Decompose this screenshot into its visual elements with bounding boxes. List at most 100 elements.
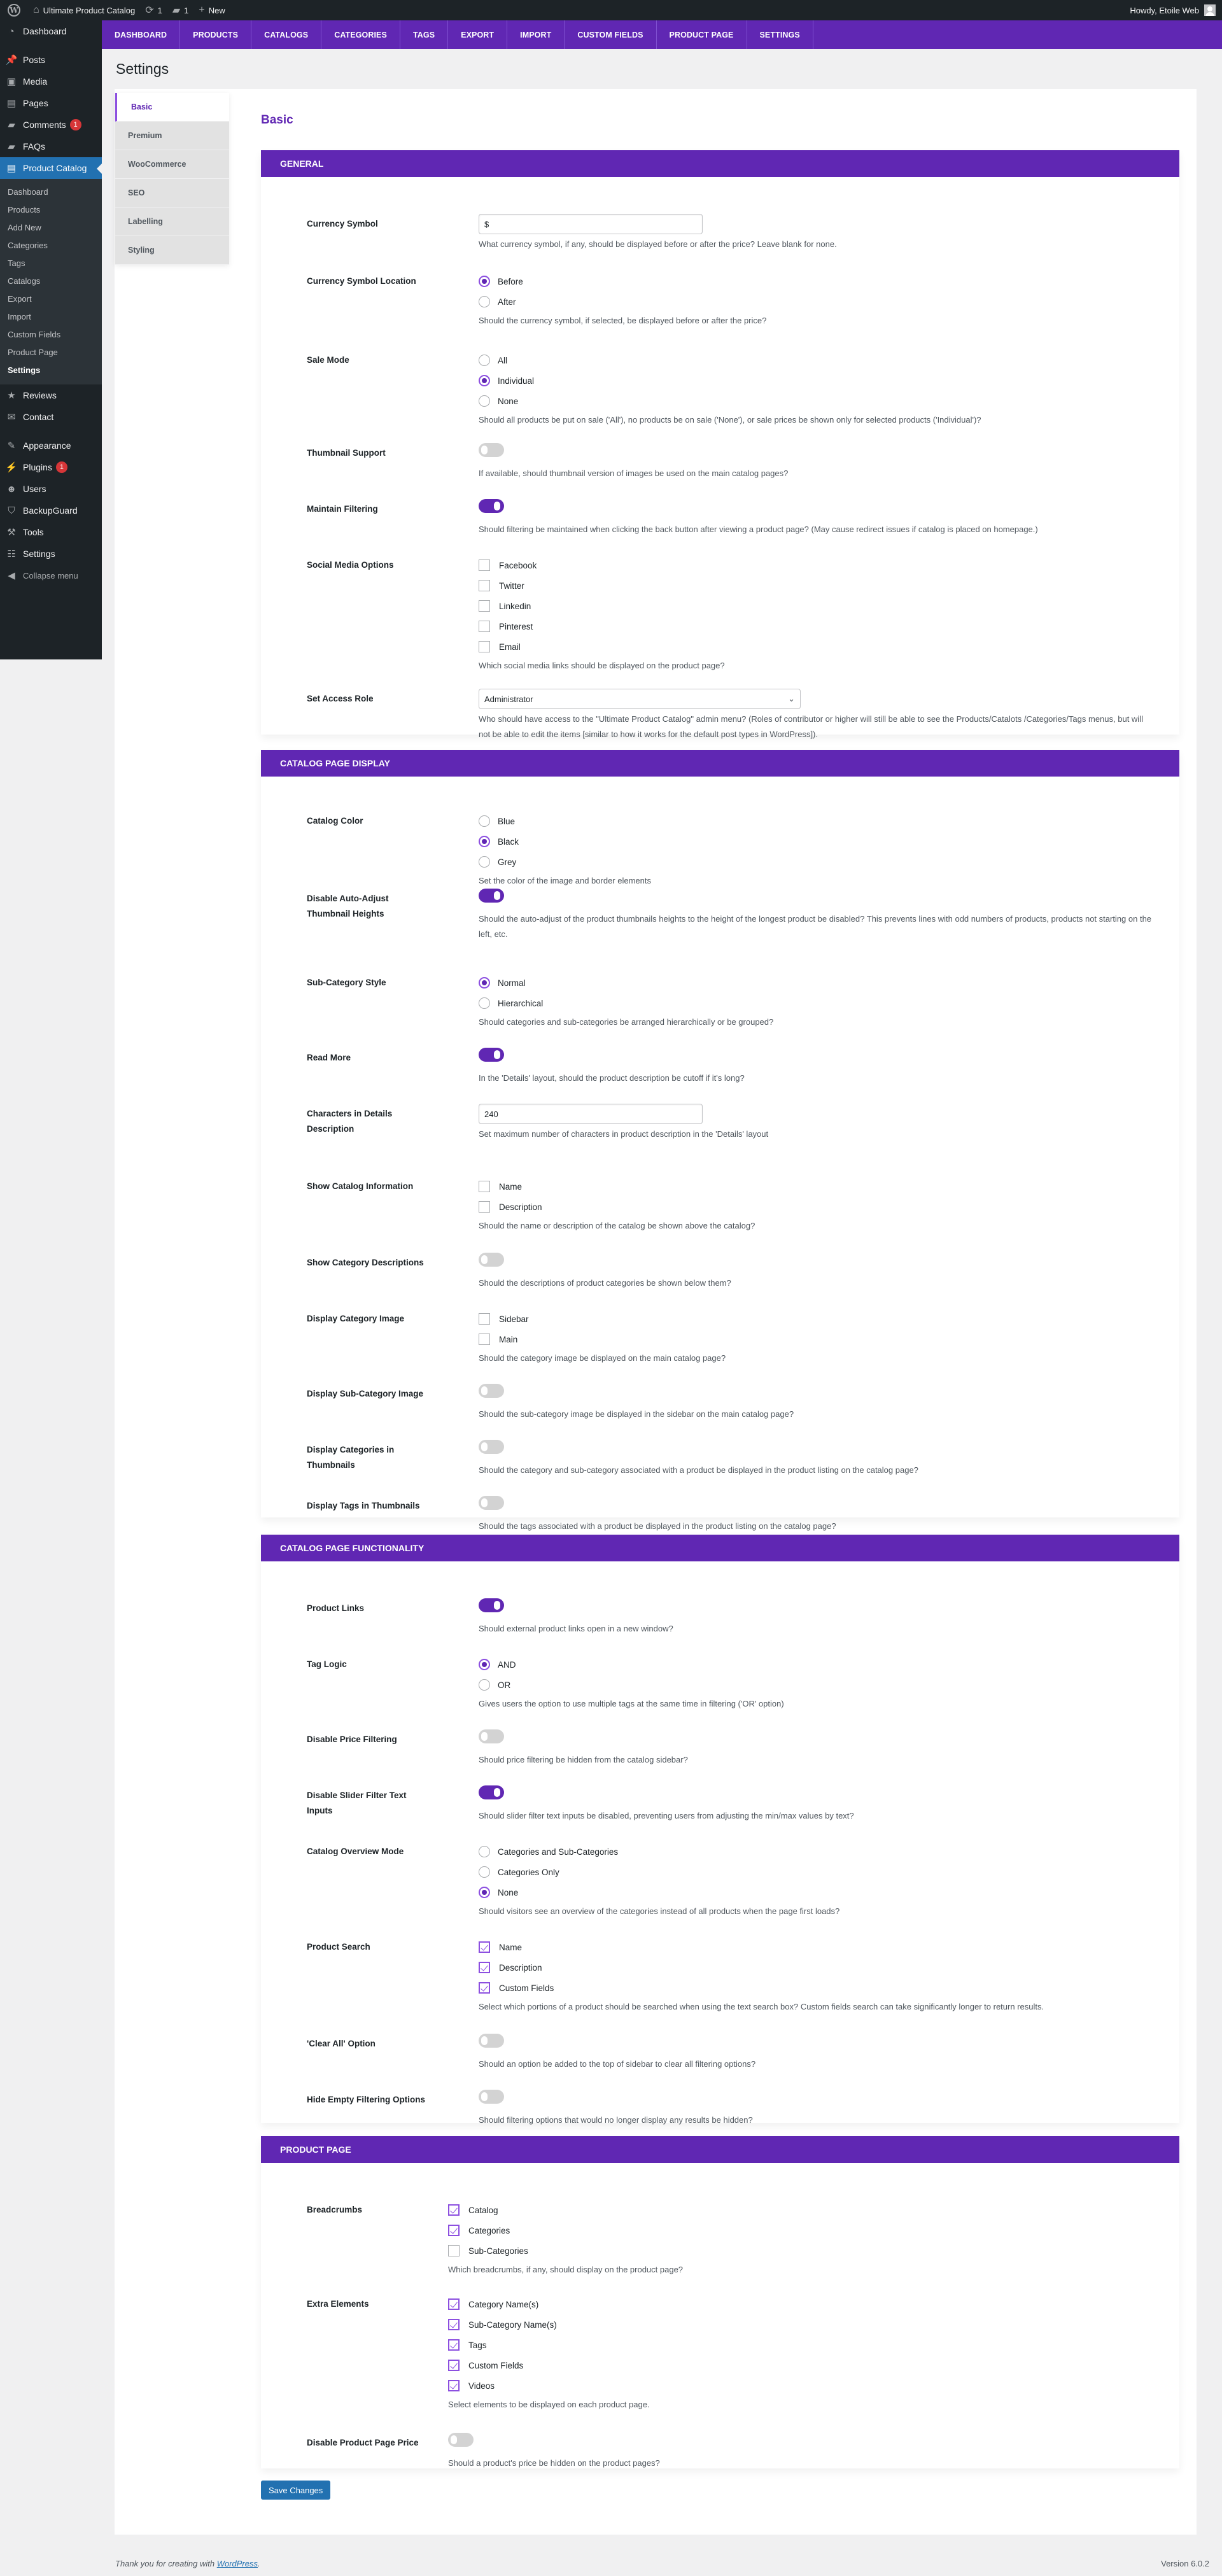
radio-button[interactable] — [479, 836, 490, 847]
sidebar-item-tools[interactable]: ⚒ Tools — [0, 521, 102, 543]
clear-all-option-toggle[interactable] — [479, 2034, 504, 2048]
plugin-nav-settings[interactable]: SETTINGS — [747, 20, 813, 49]
checkbox-option-linkedin[interactable]: Linkedin — [479, 596, 1154, 616]
sidebar-item-faqs[interactable]: ▰ FAQs — [0, 136, 102, 157]
hide-empty-filtering-options-toggle[interactable] — [479, 2090, 504, 2104]
radio-option-or[interactable]: OR — [479, 1675, 1154, 1695]
radio-button[interactable] — [479, 395, 490, 407]
radio-button[interactable] — [479, 1866, 490, 1878]
submenu-item-custom-fields[interactable]: Custom Fields — [0, 326, 102, 344]
radio-option-categories-and-sub-categories[interactable]: Categories and Sub-Categories — [479, 1841, 1154, 1862]
new-content-link[interactable]: + New — [193, 0, 230, 20]
radio-option-before[interactable]: Before — [479, 271, 1154, 292]
checkbox[interactable] — [479, 641, 490, 652]
submenu-item-categories[interactable]: Categories — [0, 237, 102, 255]
radio-button[interactable] — [479, 997, 490, 1009]
radio-option-grey[interactable]: Grey — [479, 852, 1154, 872]
sidebar-item-reviews[interactable]: ★ Reviews — [0, 384, 102, 406]
wordpress-link[interactable]: WordPress — [217, 2559, 258, 2568]
submenu-item-add-new[interactable]: Add New — [0, 219, 102, 237]
sidebar-item-plugins[interactable]: ⚡ Plugins 1 — [0, 456, 102, 478]
comments-link[interactable]: ▰ 1 — [167, 0, 194, 20]
checkbox-option-twitter[interactable]: Twitter — [479, 575, 1154, 596]
checkbox[interactable] — [448, 2360, 460, 2371]
checkbox[interactable] — [479, 1313, 490, 1325]
radio-option-black[interactable]: Black — [479, 831, 1154, 852]
tab-premium[interactable]: Premium — [115, 122, 229, 150]
checkbox-option-sub-category-name-s[interactable]: Sub-Category Name(s) — [448, 2314, 1154, 2335]
submenu-item-product-page[interactable]: Product Page — [0, 344, 102, 362]
thumbnail-support-toggle[interactable] — [479, 443, 504, 457]
radio-button[interactable] — [479, 276, 490, 287]
site-name-link[interactable]: ⌂ Ultimate Product Catalog — [28, 0, 140, 20]
sidebar-item-settings[interactable]: ☷ Settings — [0, 543, 102, 565]
radio-button[interactable] — [479, 977, 490, 989]
checkbox-option-description[interactable]: Description — [479, 1957, 1154, 1978]
sidebar-item-appearance[interactable]: ✎ Appearance — [0, 435, 102, 456]
my-account-link[interactable]: Howdy, Etoile Web — [1130, 4, 1222, 16]
updates-link[interactable]: ⟳ 1 — [140, 0, 167, 20]
radio-option-all[interactable]: All — [479, 350, 1154, 370]
tab-styling[interactable]: Styling — [115, 236, 229, 265]
checkbox-option-tags[interactable]: Tags — [448, 2335, 1154, 2355]
checkbox-option-videos[interactable]: Videos — [448, 2375, 1154, 2396]
submenu-item-tags[interactable]: Tags — [0, 255, 102, 272]
radio-button[interactable] — [479, 1846, 490, 1857]
tab-seo[interactable]: SEO — [115, 179, 229, 208]
disable-auto-adjust-thumbnail-heights-toggle[interactable] — [479, 889, 504, 903]
checkbox[interactable] — [479, 1941, 490, 1953]
sidebar-item-comments[interactable]: ▰ Comments 1 — [0, 114, 102, 136]
radio-button[interactable] — [479, 815, 490, 827]
sidebar-item-media[interactable]: ▣ Media — [0, 71, 102, 92]
submenu-item-products[interactable]: Products — [0, 201, 102, 219]
checkbox[interactable] — [479, 621, 490, 632]
collapse-menu-button[interactable]: ◀ Collapse menu — [0, 565, 102, 586]
checkbox-option-pinterest[interactable]: Pinterest — [479, 616, 1154, 637]
submenu-item-export[interactable]: Export — [0, 290, 102, 308]
checkbox-option-description[interactable]: Description — [479, 1197, 1154, 1217]
plugin-nav-products[interactable]: PRODUCTS — [180, 20, 252, 49]
checkbox[interactable] — [448, 2225, 460, 2236]
disable-product-page-price-toggle[interactable] — [448, 2433, 474, 2447]
maintain-filtering-toggle[interactable] — [479, 499, 504, 513]
tab-woocommerce[interactable]: WooCommerce — [115, 150, 229, 179]
radio-option-normal[interactable]: Normal — [479, 973, 1154, 993]
sidebar-item-product-catalog[interactable]: ▤ Product Catalog — [0, 157, 102, 179]
disable-slider-filter-text-inputs-toggle[interactable] — [479, 1785, 504, 1799]
plugin-nav-dashboard[interactable]: DASHBOARD — [102, 20, 181, 49]
radio-option-individual[interactable]: Individual — [479, 370, 1154, 391]
radio-button[interactable] — [479, 1659, 490, 1670]
checkbox-option-name[interactable]: Name — [479, 1176, 1154, 1197]
plugin-nav-product-page[interactable]: PRODUCT PAGE — [657, 20, 747, 49]
characters-in-details-description-input[interactable]: 240 — [479, 1104, 703, 1124]
checkbox[interactable] — [479, 580, 490, 591]
checkbox-option-category-name-s[interactable]: Category Name(s) — [448, 2294, 1154, 2314]
radio-button[interactable] — [479, 1887, 490, 1898]
radio-option-hierarchical[interactable]: Hierarchical — [479, 993, 1154, 1013]
display-sub-category-image-toggle[interactable] — [479, 1384, 504, 1398]
radio-option-blue[interactable]: Blue — [479, 811, 1154, 831]
checkbox[interactable] — [479, 1334, 490, 1345]
submenu-item-import[interactable]: Import — [0, 308, 102, 326]
submenu-item-settings[interactable]: Settings — [0, 362, 102, 379]
radio-button[interactable] — [479, 355, 490, 366]
checkbox[interactable] — [448, 2380, 460, 2391]
sidebar-item-posts[interactable]: 📌 Posts — [0, 49, 102, 71]
plugin-nav-export[interactable]: EXPORT — [448, 20, 508, 49]
sidebar-item-contact[interactable]: ✉ Contact — [0, 406, 102, 428]
display-categories-in-thumbnails-toggle[interactable] — [479, 1440, 504, 1454]
save-changes-button[interactable]: Save Changes — [261, 2481, 331, 2500]
radio-option-after[interactable]: After — [479, 292, 1154, 312]
radio-button[interactable] — [479, 296, 490, 307]
radio-option-none[interactable]: None — [479, 391, 1154, 411]
read-more-toggle[interactable] — [479, 1048, 504, 1062]
product-links-toggle[interactable] — [479, 1598, 504, 1612]
checkbox[interactable] — [479, 1962, 490, 1973]
radio-button[interactable] — [479, 856, 490, 868]
checkbox-option-catalog[interactable]: Catalog — [448, 2200, 1154, 2220]
plugin-nav-tags[interactable]: TAGS — [400, 20, 449, 49]
plugin-nav-custom-fields[interactable]: CUSTOM FIELDS — [565, 20, 657, 49]
checkbox[interactable] — [448, 2319, 460, 2330]
radio-button[interactable] — [479, 1679, 490, 1691]
radio-button[interactable] — [479, 375, 490, 386]
